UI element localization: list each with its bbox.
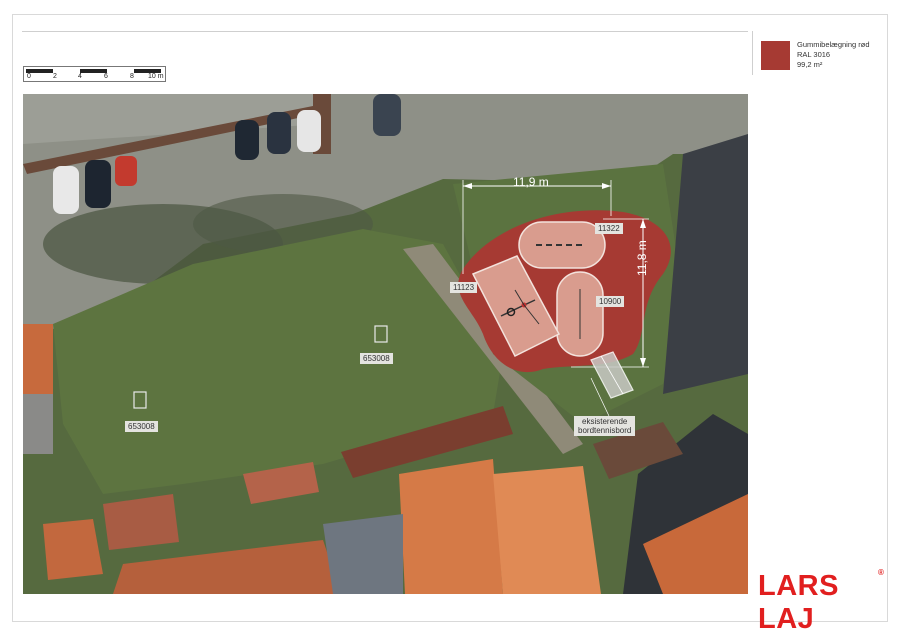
legend-ral: RAL 3016 [797, 50, 831, 59]
lawn-label-653008: 653008 [360, 353, 393, 364]
legend-swatch [761, 41, 790, 70]
scale-segment [80, 69, 107, 73]
scale-tick-label: 2 [53, 73, 57, 80]
scale-tick-label: 0 [27, 73, 31, 80]
width-dimension-label: 11,9 m [513, 175, 549, 189]
legend-divider [752, 31, 753, 75]
header-rule [22, 31, 748, 32]
scale-tick-label: 6 [104, 73, 108, 80]
brand-logo: LARS LAJ [758, 570, 839, 635]
existing-table-label: eksisterende bordtennisbord [574, 416, 636, 436]
legend-area: 99,2 m² [797, 60, 823, 69]
product-label-11322: 11322 [595, 223, 623, 234]
lawn-label-653008: 653008 [125, 421, 158, 432]
legend: Gummibelægning rød RAL 3016 99,2 m² [797, 40, 870, 70]
scale-tick-label: 10 m [148, 73, 164, 80]
product-label-11123: 11123 [450, 282, 478, 293]
legend-material: Gummibelægning rød [797, 40, 870, 49]
aerial-photo [23, 94, 748, 594]
scale-tick-label: 4 [78, 73, 82, 80]
scale-bar: 0 2 4 6 8 10 m [23, 66, 166, 82]
product-label-10900: 10900 [596, 296, 625, 307]
scale-segment [53, 69, 80, 73]
existing-label-line: bordtennisbord [578, 426, 632, 435]
existing-label-line: eksisterende [582, 417, 628, 426]
registered-mark: ® [878, 568, 884, 577]
scale-tick-label: 8 [130, 73, 134, 80]
height-dimension-label: 11,8 m [635, 240, 649, 276]
site-map: 11,9 m 11,8 m 11322 11123 10900 653008 6… [23, 94, 748, 594]
